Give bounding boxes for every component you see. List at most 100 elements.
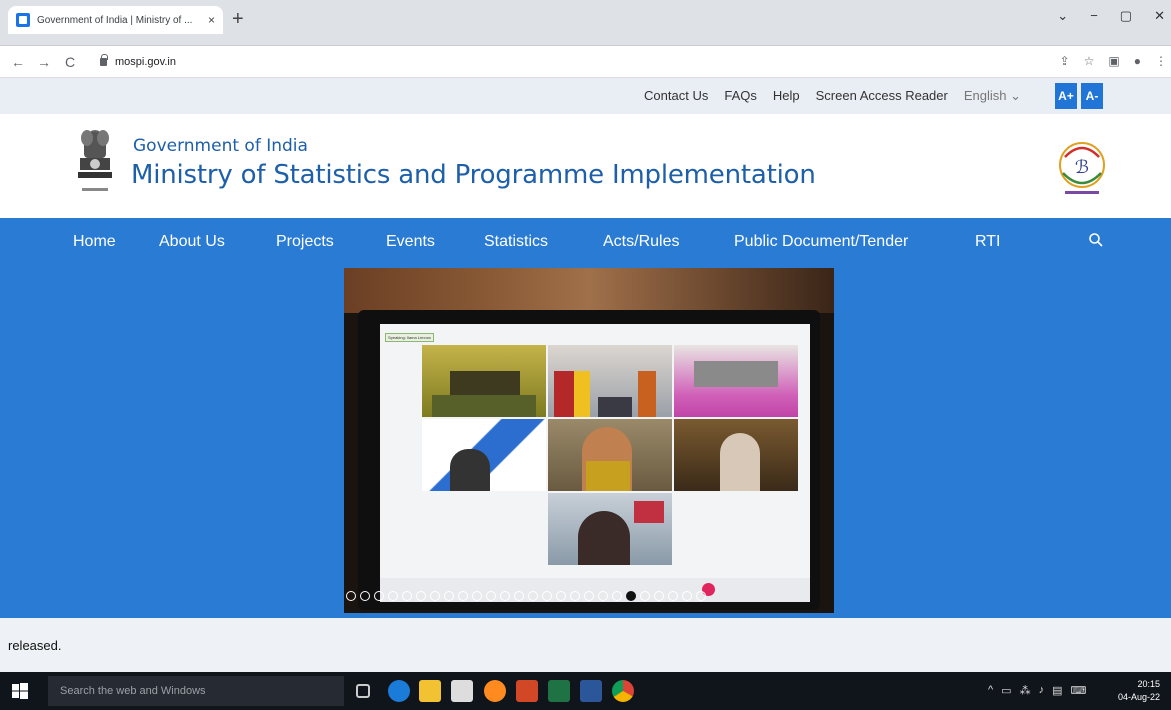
- ticker-text[interactable]: released.: [8, 638, 61, 653]
- share-icon[interactable]: ⇪: [1060, 54, 1070, 68]
- bookmark-star-icon[interactable]: ☆: [1084, 54, 1095, 68]
- reload-button[interactable]: C: [62, 54, 78, 70]
- carousel-dot[interactable]: [612, 591, 622, 601]
- carousel-dot[interactable]: [626, 591, 636, 601]
- font-size-controls: A+ A-: [1055, 83, 1103, 109]
- nav-acts-rules[interactable]: Acts/Rules: [603, 233, 679, 251]
- tray-overflow-icon[interactable]: ^: [988, 684, 993, 697]
- video-tile: [422, 419, 546, 491]
- utility-links: Contact Us FAQs Help Screen Access Reade…: [644, 88, 1021, 104]
- windows-start-icon[interactable]: [12, 683, 28, 699]
- carousel-dot[interactable]: [528, 591, 538, 601]
- carousel-dot[interactable]: [542, 591, 552, 601]
- store-icon[interactable]: [451, 680, 473, 702]
- volume-icon[interactable]: ♪: [1039, 684, 1045, 697]
- video-tile: [674, 345, 798, 417]
- contact-us-link[interactable]: Contact Us: [644, 88, 708, 104]
- firefox-icon[interactable]: [484, 680, 506, 702]
- carousel-dot[interactable]: [556, 591, 566, 601]
- carousel-dot[interactable]: [374, 591, 384, 601]
- profile-avatar-icon[interactable]: ●: [1134, 54, 1141, 68]
- nsso-logo[interactable]: ℬ: [1053, 137, 1111, 199]
- address-bar-row: ← → C mospi.gov.in ⇪ ☆ ▣ ● ⋮: [0, 46, 1171, 78]
- carousel-dot[interactable]: [598, 591, 608, 601]
- video-tile: Speaking: Ilama Lennox: [385, 333, 546, 417]
- carousel-dot[interactable]: [570, 591, 580, 601]
- menu-kebab-icon[interactable]: ⋮: [1155, 54, 1167, 68]
- taskbar-search-placeholder: Search the web and Windows: [60, 685, 206, 697]
- windows-taskbar: Search the web and Windows ^ ▭ ⁂ ♪ ▤ ⌨ 2…: [0, 672, 1171, 710]
- file-explorer-icon[interactable]: [419, 680, 441, 702]
- nav-events[interactable]: Events: [386, 233, 435, 251]
- notifications-icon[interactable]: ▤: [1052, 684, 1062, 697]
- maximize-button[interactable]: ▢: [1120, 8, 1132, 24]
- carousel-dot[interactable]: [640, 591, 650, 601]
- ministry-title[interactable]: Ministry of Statistics and Programme Imp…: [131, 160, 816, 190]
- carousel-dot[interactable]: [654, 591, 664, 601]
- excel-icon[interactable]: [548, 680, 570, 702]
- site-favicon-icon: [16, 13, 30, 27]
- task-view-icon[interactable]: [356, 684, 370, 698]
- font-increase-button[interactable]: A+: [1055, 83, 1077, 109]
- lock-icon[interactable]: [100, 53, 108, 66]
- carousel-dot[interactable]: [682, 591, 692, 601]
- faqs-link[interactable]: FAQs: [724, 88, 757, 104]
- carousel-dot[interactable]: [514, 591, 524, 601]
- browser-toolbar: ⇪ ☆ ▣ ● ⋮: [1060, 54, 1167, 68]
- sidepanel-icon[interactable]: ▣: [1108, 54, 1119, 68]
- search-icon[interactable]: [1088, 232, 1104, 248]
- carousel-dot[interactable]: [430, 591, 440, 601]
- nav-home[interactable]: Home: [73, 233, 116, 251]
- font-decrease-button[interactable]: A-: [1081, 83, 1103, 109]
- help-link[interactable]: Help: [773, 88, 800, 104]
- network-icon[interactable]: ⁂: [1020, 684, 1031, 697]
- gov-title: Government of India: [133, 136, 308, 156]
- carousel-dot[interactable]: [584, 591, 594, 601]
- carousel-dot[interactable]: [472, 591, 482, 601]
- carousel-dot[interactable]: [416, 591, 426, 601]
- tab-close-icon[interactable]: ×: [208, 13, 215, 27]
- powerpoint-icon[interactable]: [516, 680, 538, 702]
- taskbar-clock[interactable]: 20:15 04-Aug-22: [1118, 678, 1160, 704]
- tab-title: Government of India | Ministry of ...: [37, 14, 193, 26]
- laptop-image: Speaking: Ilama Lennox: [358, 310, 820, 610]
- carousel-dot[interactable]: [696, 591, 706, 601]
- taskbar-search-input[interactable]: Search the web and Windows: [48, 676, 344, 706]
- carousel-dot[interactable]: [444, 591, 454, 601]
- video-tile: [548, 493, 672, 565]
- carousel-slide-image[interactable]: Speaking: Ilama Lennox: [344, 268, 834, 613]
- carousel-dot[interactable]: [402, 591, 412, 601]
- video-tile: [548, 419, 672, 491]
- keyboard-icon[interactable]: ⌨: [1070, 684, 1086, 697]
- clock-date: 04-Aug-22: [1118, 692, 1161, 702]
- carousel-dot[interactable]: [346, 591, 356, 601]
- new-tab-button[interactable]: +: [232, 8, 244, 31]
- nav-public-document-tender[interactable]: Public Document/Tender: [734, 233, 908, 251]
- carousel-dot[interactable]: [360, 591, 370, 601]
- system-tray: ^ ▭ ⁂ ♪ ▤ ⌨: [988, 684, 1086, 697]
- forward-button[interactable]: →: [36, 54, 52, 70]
- word-icon[interactable]: [580, 680, 602, 702]
- url-input[interactable]: mospi.gov.in: [92, 51, 1047, 73]
- edge-browser-icon[interactable]: [388, 680, 410, 702]
- screen-access-reader-link[interactable]: Screen Access Reader: [816, 88, 948, 104]
- battery-icon[interactable]: ▭: [1001, 684, 1011, 697]
- window-controls: ⌄ − ▢ ✕: [1057, 8, 1165, 24]
- chrome-icon[interactable]: [612, 680, 634, 702]
- carousel-dot[interactable]: [388, 591, 398, 601]
- nav-statistics[interactable]: Statistics: [484, 233, 548, 251]
- nav-projects[interactable]: Projects: [276, 233, 334, 251]
- browser-tab[interactable]: Government of India | Ministry of ... ×: [8, 6, 223, 34]
- carousel-dot[interactable]: [486, 591, 496, 601]
- carousel-dot[interactable]: [500, 591, 510, 601]
- language-select[interactable]: English ⌄: [964, 88, 1021, 104]
- minimize-button[interactable]: −: [1090, 8, 1098, 24]
- national-emblem-logo[interactable]: [72, 126, 118, 204]
- carousel-dot[interactable]: [458, 591, 468, 601]
- back-button[interactable]: ←: [10, 54, 26, 70]
- nav-rti[interactable]: RTI: [975, 233, 1000, 251]
- close-window-button[interactable]: ✕: [1154, 8, 1165, 24]
- nav-about-us[interactable]: About Us: [159, 233, 225, 251]
- carousel-dot[interactable]: [668, 591, 678, 601]
- tab-search-icon[interactable]: ⌄: [1057, 8, 1068, 24]
